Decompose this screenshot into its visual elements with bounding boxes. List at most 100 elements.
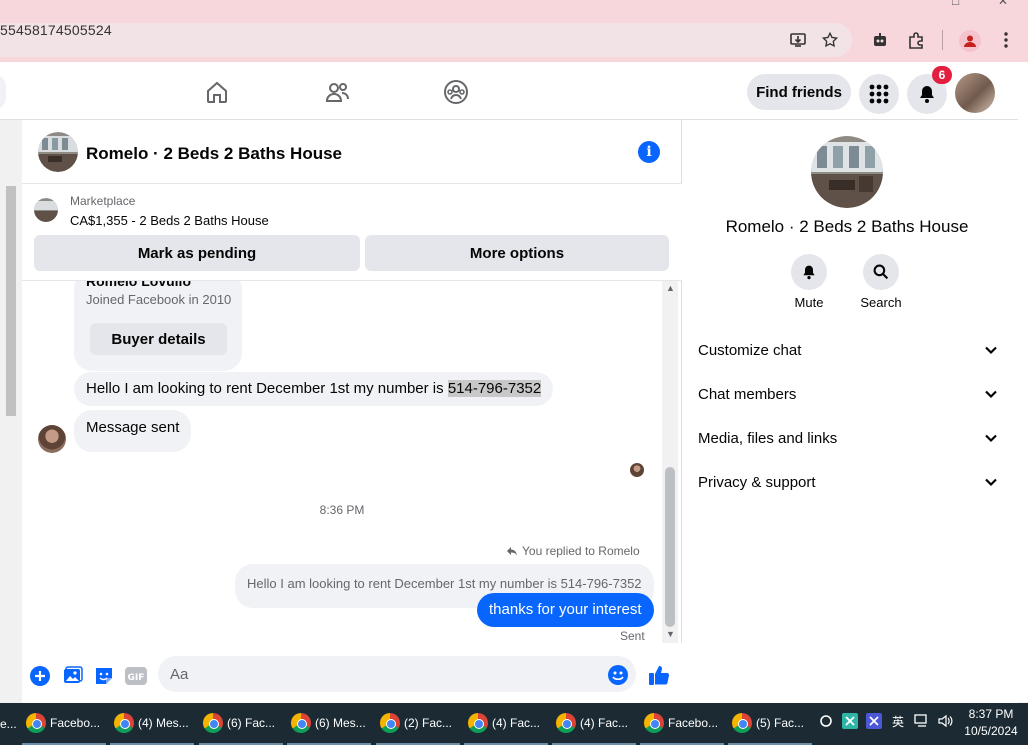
clock-time: 8:37 PM: [968, 707, 1014, 721]
info-panel-title: Romelo · 2 Beds 2 Baths House: [725, 217, 969, 236]
notification-badge: 6: [932, 66, 952, 84]
extension-robot-icon[interactable]: [870, 30, 890, 50]
message-bubble[interactable]: Hello I am looking to rent December 1st …: [74, 372, 554, 406]
section-chat-members[interactable]: Chat members: [698, 374, 998, 414]
profile-icon[interactable]: [959, 30, 981, 52]
taskbar-item[interactable]: (4) Fac...: [464, 703, 548, 745]
section-label: Chat members: [698, 385, 797, 403]
message-composer: GIF: [22, 643, 682, 703]
fb-search-edge[interactable]: [0, 74, 6, 110]
section-media-files-links[interactable]: Media, files and links: [698, 418, 998, 458]
sticker-icon[interactable]: [93, 665, 115, 687]
section-privacy-support[interactable]: Privacy & support: [698, 462, 998, 502]
taskbar-item[interactable]: (4) Mes...: [110, 703, 194, 745]
conversation-info-panel: Romelo · 2 Beds 2 Baths House Mute Searc…: [682, 120, 1018, 703]
taskbar-item[interactable]: (5) Fac...: [728, 703, 812, 745]
taskbar-item[interactable]: (6) Fac...: [199, 703, 283, 745]
sent-status: Sent: [620, 629, 645, 643]
taskbar-item[interactable]: (6) Mes...: [287, 703, 371, 745]
svg-text:GIF: GIF: [128, 673, 145, 683]
left-scrollbar-thumb[interactable]: [6, 186, 16, 416]
chrome-menu-icon[interactable]: [996, 30, 1016, 50]
tray-app-icon[interactable]: [842, 713, 858, 729]
account-avatar[interactable]: [955, 73, 995, 113]
taskbar-item-edge[interactable]: e...: [0, 703, 18, 745]
find-friends-button[interactable]: Find friends: [747, 74, 851, 110]
tray-ring-icon[interactable]: [818, 713, 834, 729]
more-options-button[interactable]: More options: [365, 235, 669, 271]
groups-icon[interactable]: [443, 79, 469, 105]
taskbar-item[interactable]: Facebo...: [22, 703, 106, 745]
message-scrollbar[interactable]: [662, 281, 678, 643]
page-scrollbar-right[interactable]: [1018, 62, 1028, 702]
taskbar-item[interactable]: (4) Fac...: [552, 703, 636, 745]
scroll-down-arrow[interactable]: ▼: [666, 629, 675, 639]
reply-icon: [507, 547, 517, 556]
listing-title[interactable]: CA$1,355 - 2 Beds 2 Baths House: [70, 213, 269, 228]
friends-icon[interactable]: [324, 79, 350, 105]
chat-header: Romelo · 2 Beds 2 Baths House i: [22, 120, 682, 184]
chevron-down-icon: [985, 390, 997, 399]
section-label: Privacy & support: [698, 473, 816, 491]
listing-photo-large[interactable]: [811, 136, 883, 208]
volume-icon[interactable]: [938, 713, 954, 729]
mute-action[interactable]: Mute: [779, 254, 839, 310]
taskbar-item[interactable]: (2) Fac...: [376, 703, 460, 745]
message-bubble[interactable]: Message sent: [74, 410, 192, 452]
marketplace-bar: Marketplace CA$1,355 - 2 Beds 2 Baths Ho…: [22, 184, 682, 281]
info-icon[interactable]: i: [638, 141, 660, 163]
toolbar-divider: [942, 30, 943, 50]
message-list[interactable]: Romelo Lovullo Joined Facebook in 2010 B…: [22, 281, 682, 643]
buyer-details-button[interactable]: Buyer details: [90, 323, 227, 355]
network-icon[interactable]: [914, 713, 930, 729]
bell-icon[interactable]: [791, 254, 827, 290]
outgoing-message-bubble[interactable]: thanks for your interest: [477, 593, 654, 627]
grid-icon: [869, 84, 889, 104]
chrome-icon: [468, 713, 488, 733]
menu-grid-button[interactable]: [859, 74, 899, 114]
install-app-icon[interactable]: [788, 30, 808, 50]
scroll-up-arrow[interactable]: ▲: [666, 283, 675, 293]
chrome-icon: [26, 713, 46, 733]
marketplace-label: Marketplace: [70, 194, 136, 208]
message-scrollbar-thumb[interactable]: [665, 467, 675, 627]
search-action[interactable]: Search: [851, 254, 911, 310]
chrome-icon: [203, 713, 223, 733]
input-language-icon[interactable]: 英: [890, 713, 906, 729]
chevron-down-icon: [985, 346, 997, 355]
close-icon[interactable]: ✕: [998, 0, 1008, 8]
attach-photo-icon[interactable]: [62, 665, 84, 687]
reply-label: You replied to Romelo: [522, 544, 640, 558]
listing-photo[interactable]: [38, 132, 78, 172]
mute-label: Mute: [794, 295, 824, 310]
address-bar[interactable]: [0, 23, 852, 57]
search-icon[interactable]: [863, 254, 899, 290]
thumbs-up-icon[interactable]: [647, 663, 671, 687]
section-customize-chat[interactable]: Customize chat: [698, 330, 998, 370]
section-label: Customize chat: [698, 341, 802, 359]
system-clock[interactable]: 8:37 PM 10/5/2024: [958, 706, 1024, 740]
taskbar-item[interactable]: Facebo...: [640, 703, 724, 745]
sender-avatar[interactable]: [38, 425, 66, 453]
tray-app2-icon[interactable]: [866, 713, 882, 729]
chrome-icon: [732, 713, 752, 733]
search-label: Search: [860, 295, 902, 310]
chat-title[interactable]: Romelo · 2 Beds 2 Baths House: [86, 144, 342, 164]
chrome-icon: [114, 713, 134, 733]
message-input[interactable]: [158, 656, 636, 692]
message-text: Hello I am looking to rent December 1st …: [86, 380, 448, 397]
chevron-down-icon: [985, 478, 997, 487]
bookmark-star-icon[interactable]: [820, 30, 840, 50]
home-icon[interactable]: [204, 79, 230, 105]
mark-as-pending-button[interactable]: Mark as pending: [34, 235, 360, 271]
chevron-down-icon: [985, 434, 997, 443]
gif-icon[interactable]: GIF: [125, 665, 147, 687]
marketplace-listing-thumb: [34, 198, 58, 222]
address-url[interactable]: 55458174505524: [0, 22, 112, 38]
maximize-icon[interactable]: □: [952, 0, 959, 8]
emoji-icon[interactable]: [608, 665, 628, 685]
reply-indicator: You replied to Romelo: [506, 544, 640, 558]
more-actions-icon[interactable]: [29, 665, 51, 687]
extensions-puzzle-icon[interactable]: [906, 30, 926, 50]
left-scrollbar[interactable]: [0, 120, 22, 703]
